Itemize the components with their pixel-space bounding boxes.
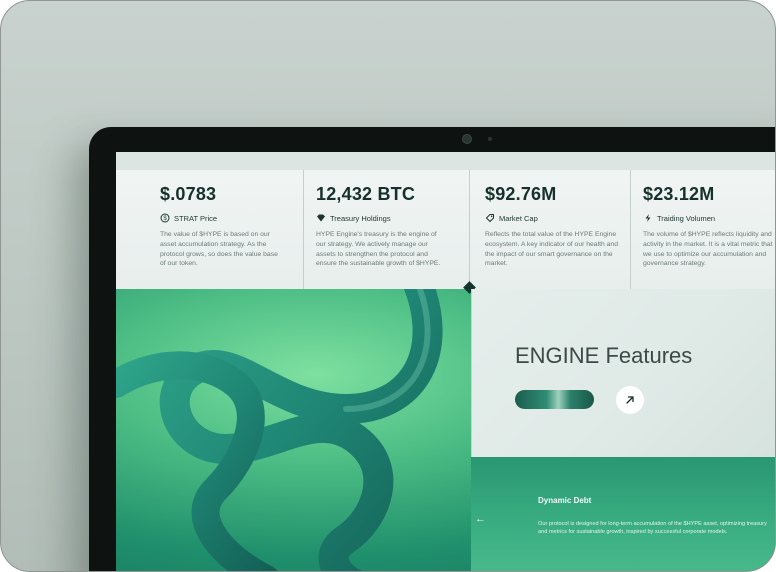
stats-bar: $.0783 $ STRAT Price The value of $HYPE … xyxy=(116,152,775,289)
features-panel: ENGINE Features xyxy=(471,289,775,457)
stat-value: $92.76M xyxy=(485,184,557,204)
stat-treasury-holdings: 12,432 BTC Treasury Holdings HYPE Engine… xyxy=(304,170,470,289)
camera-icon xyxy=(462,134,472,144)
slide-title: Dynamic Debt xyxy=(538,496,592,505)
stat-market-cap: $92.76M Market Cap Reflects the total va… xyxy=(471,170,631,289)
stat-label-text: STRAT Price xyxy=(174,213,218,223)
diamond-icon xyxy=(317,214,325,222)
stat-strat-price: $.0783 $ STRAT Price The value of $HYPE … xyxy=(160,170,304,289)
stat-desc: The value of $HYPE is based on our asset… xyxy=(160,231,278,268)
features-link-button[interactable] xyxy=(616,386,644,414)
features-title: ENGINE Features xyxy=(515,343,693,368)
stat-desc: HYPE Engine's treasury is the engine of … xyxy=(316,231,441,268)
stat-value: $23.12M xyxy=(643,184,715,204)
stat-label: $ STRAT Price xyxy=(160,213,217,223)
stat-trading-volume: $23.12M Traiding Volumen The volume of $… xyxy=(631,170,775,289)
stat-label-text: Traiding Volumen xyxy=(657,213,716,223)
bolt-icon xyxy=(645,214,651,222)
stat-label: Treasury Holdings xyxy=(316,213,391,223)
slide-panel: ← Dynamic Debt Our protocol is designed … xyxy=(471,457,775,571)
previous-arrow-icon[interactable]: ← xyxy=(475,513,486,525)
stat-label-text: Treasury Holdings xyxy=(330,213,391,223)
mockup-card: $.0783 $ STRAT Price The value of $HYPE … xyxy=(0,0,776,572)
stat-label-text: Market Cap xyxy=(499,213,538,223)
tag-icon xyxy=(485,214,494,223)
slide-description: Our protocol is designed for long-term a… xyxy=(538,521,767,535)
features-pill-button[interactable] xyxy=(515,390,594,409)
coin-icon: $ xyxy=(160,213,170,223)
stat-label: Market Cap xyxy=(485,213,538,223)
top-strip xyxy=(116,152,775,170)
sensor-icon xyxy=(488,137,492,141)
stat-value: 12,432 BTC xyxy=(316,184,416,204)
stat-desc: Reflects the total value of the HYPE Eng… xyxy=(485,231,618,268)
stat-desc: The volume of $HYPE reflects liquidity a… xyxy=(643,231,773,268)
arrow-up-right-icon xyxy=(626,396,634,404)
stat-value: $.0783 xyxy=(160,184,217,204)
tablet-screen: $.0783 $ STRAT Price The value of $HYPE … xyxy=(116,152,775,571)
stat-label: Traiding Volumen xyxy=(643,213,715,223)
